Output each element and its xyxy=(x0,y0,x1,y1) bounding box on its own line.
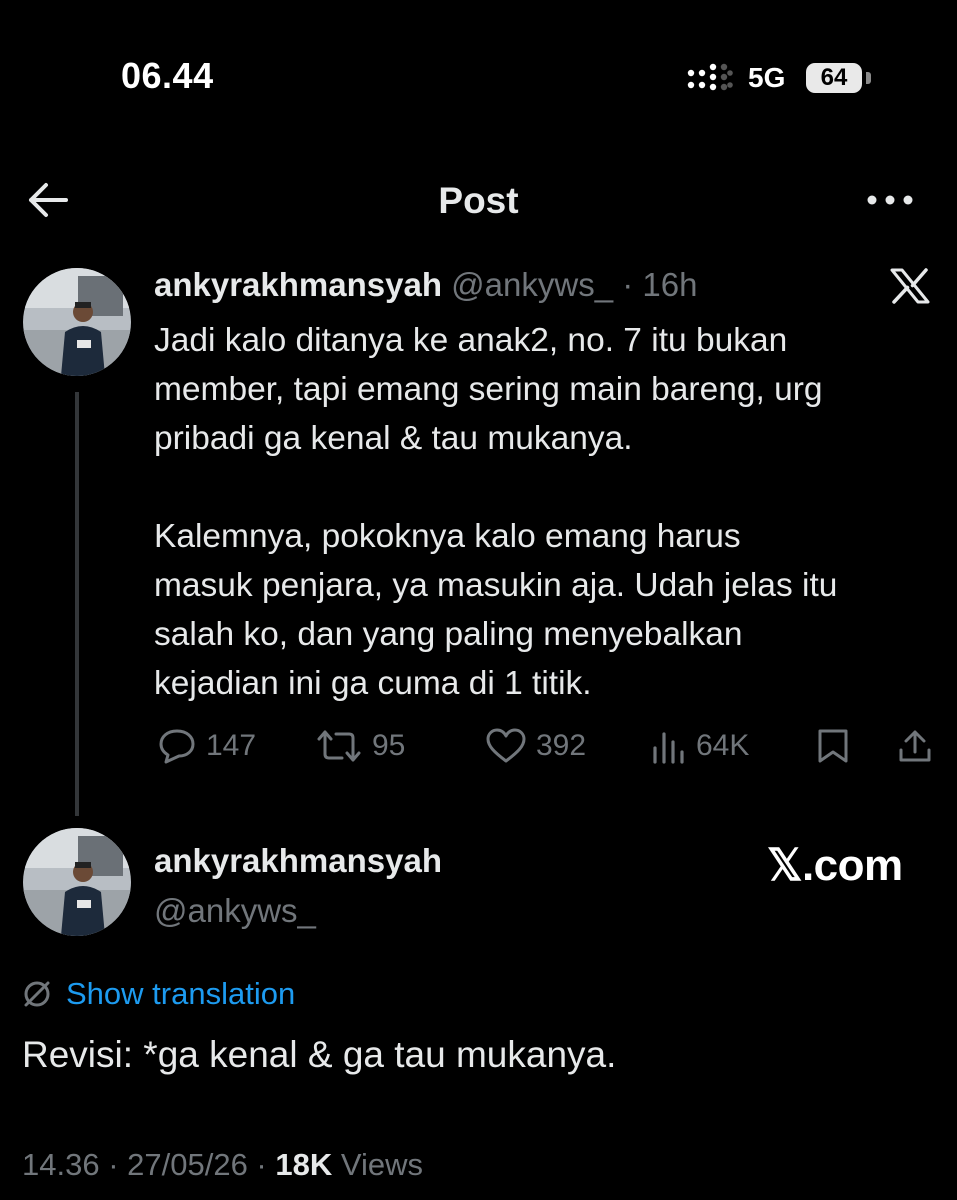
repost-button[interactable]: 95 xyxy=(316,726,405,766)
translate-globe-icon xyxy=(24,981,50,1007)
battery-indicator: 64 xyxy=(806,63,862,93)
battery-tip xyxy=(866,72,871,84)
meta-separator: · xyxy=(99,1147,128,1182)
author-handle[interactable]: @ankyws_ xyxy=(451,266,613,303)
tweet-author[interactable]: ankyrakhmansyah @ankyws_ · 16h xyxy=(154,266,697,304)
like-button[interactable]: 392 xyxy=(486,726,586,766)
bookmark-button[interactable] xyxy=(816,726,850,766)
views-count: 64K xyxy=(696,729,750,762)
like-count: 392 xyxy=(536,729,587,762)
avatar[interactable] xyxy=(23,268,131,376)
post-meta: 14.36 · 27/05/26 · 18K Views xyxy=(22,1147,423,1183)
show-translation-label[interactable]: Show translation xyxy=(66,976,295,1012)
post-time: 14.36 xyxy=(22,1147,100,1182)
thread-line xyxy=(75,392,79,816)
bookmark-icon xyxy=(818,729,848,763)
x-com-watermark: 𝕏.com xyxy=(767,841,903,890)
views-chart-icon xyxy=(653,732,684,764)
more-horizontal-icon[interactable] xyxy=(866,190,914,210)
network-type: 5G xyxy=(748,62,786,93)
reply-author-handle[interactable]: @ankyws_ xyxy=(154,892,316,930)
meta-separator: · xyxy=(247,1147,276,1182)
reply-text: Revisi: *ga kenal & ga tau mukanya. xyxy=(22,1034,617,1075)
author-name[interactable]: ankyrakhmansyah xyxy=(154,266,442,303)
share-icon xyxy=(899,730,931,762)
status-time: 06.44 xyxy=(121,55,214,96)
heart-icon xyxy=(486,728,526,763)
avatar-photo-icon xyxy=(23,828,131,936)
post-date: 27/05/26 xyxy=(127,1147,248,1182)
avatar[interactable] xyxy=(23,828,131,936)
post-views-label: Views xyxy=(332,1147,423,1182)
reply-author-name[interactable]: ankyrakhmansyah xyxy=(154,842,442,880)
share-button[interactable] xyxy=(898,726,932,766)
reply-count: 147 xyxy=(206,729,257,762)
signal-strength-icon xyxy=(687,63,733,91)
show-translation-link[interactable]: Show translation xyxy=(22,976,295,1012)
views-button[interactable]: 64K xyxy=(652,726,749,766)
avatar-photo-icon xyxy=(23,268,131,376)
x-logo-icon xyxy=(890,268,930,304)
repost-count: 95 xyxy=(372,729,406,762)
tweet-time[interactable]: 16h xyxy=(642,266,697,303)
tweet-text: Jadi kalo ditanya ke anak2, no. 7 itu bu… xyxy=(154,322,838,702)
reply-button[interactable]: 147 xyxy=(158,726,256,766)
page-title: Post xyxy=(438,180,519,221)
post-views-count[interactable]: 18K xyxy=(275,1147,332,1182)
separator-dot: · xyxy=(613,266,643,303)
reply-icon xyxy=(159,729,195,764)
repost-icon xyxy=(317,730,361,762)
